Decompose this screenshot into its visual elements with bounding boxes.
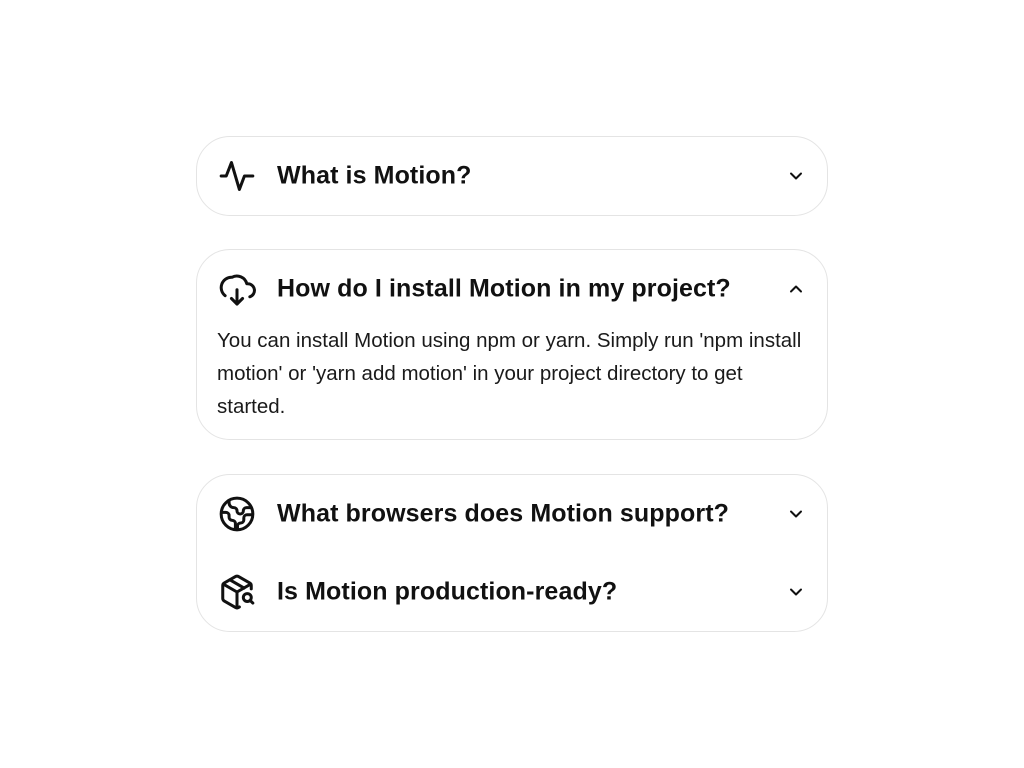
faq-question-label: How do I install Motion in my project? [277, 274, 731, 303]
faq-card-what-is-motion: What is Motion? [196, 136, 828, 216]
faq-question-install[interactable]: How do I install Motion in my project? [197, 250, 827, 328]
activity-icon [217, 156, 257, 196]
faq-question-label: What browsers does Motion support? [277, 499, 730, 528]
chevron-down-icon[interactable] [785, 581, 807, 603]
chevron-down-icon[interactable] [785, 503, 807, 525]
chevron-down-icon[interactable] [785, 165, 807, 187]
globe-icon [217, 494, 257, 534]
faq-question-browsers[interactable]: What browsers does Motion support? [197, 475, 827, 553]
faq-answer-install: You can install Motion using npm or yarn… [217, 329, 802, 418]
faq-question-production-ready[interactable]: Is Motion production-ready? [197, 553, 827, 631]
faq-card-group: What browsers does Motion support? Is Mo… [196, 474, 828, 632]
faq-card-install: How do I install Motion in my project? Y… [196, 249, 828, 440]
package-search-icon [217, 572, 257, 612]
faq-question-what-is-motion[interactable]: What is Motion? [197, 137, 827, 215]
chevron-up-icon[interactable] [785, 278, 807, 300]
faq-question-label: What is Motion? [277, 161, 472, 190]
faq-question-label: Is Motion production-ready? [277, 577, 618, 606]
cloud-download-icon [217, 269, 257, 309]
